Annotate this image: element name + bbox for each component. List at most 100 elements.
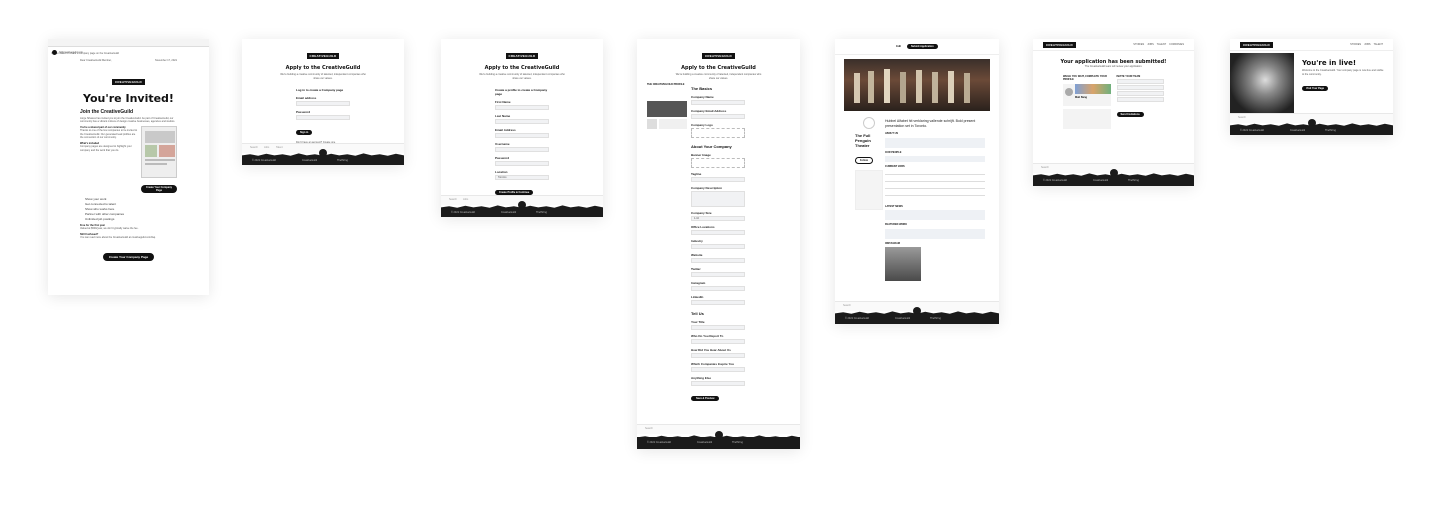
footer-partner[interactable]: TheHiring [732, 441, 743, 444]
footer-partner[interactable]: TheHiring [1325, 129, 1336, 132]
edit-button[interactable]: Edit [896, 45, 901, 49]
company-email-field[interactable] [691, 114, 745, 119]
footer-partner[interactable]: TheHiring [536, 211, 547, 214]
footer-partner[interactable]: TheHiring [930, 317, 941, 320]
visit-page-button[interactable]: Visit Your Page [1302, 86, 1329, 91]
field-label: Anything Else [691, 376, 712, 380]
email-subject-bar: You're invited to create a company page … [48, 39, 209, 55]
footer-partner[interactable]: TheHiring [1128, 179, 1139, 182]
footer-link[interactable]: Search [1238, 116, 1246, 120]
anything-field[interactable] [691, 381, 745, 386]
last-name-field[interactable] [495, 119, 549, 124]
nav-item[interactable]: TALENT [1157, 43, 1166, 47]
submit-application-button[interactable]: Submit Application [907, 44, 938, 49]
invite-email-field[interactable] [1116, 85, 1164, 90]
description-editor[interactable] [691, 191, 745, 207]
field-label: Company Description [691, 186, 723, 190]
company-card [1063, 108, 1111, 129]
company-name-field[interactable] [691, 100, 745, 105]
brand-logo[interactable]: CREATIVEGUILD [1240, 41, 1273, 48]
nav-item[interactable]: STORIES [1133, 43, 1144, 47]
heard-field[interactable] [691, 353, 745, 358]
linkedin-field[interactable] [691, 300, 745, 305]
password-field[interactable] [296, 115, 350, 120]
brand-logo[interactable]: CREATIVEGUILD [702, 53, 735, 59]
follow-button[interactable]: Follow [855, 157, 873, 164]
field-label: Your Title [691, 320, 705, 324]
profile-preview-screen: Edit Submit Application The Full Penguin… [835, 39, 999, 324]
brand-logo[interactable]: CREATIVEGUILD [505, 53, 539, 59]
nav-item[interactable]: JOBS [1364, 43, 1371, 47]
side-preview: THE CREATIVEGUILD PROFILE [647, 83, 687, 129]
person-name: Matt Bang [1075, 95, 1088, 99]
logo-upload[interactable] [691, 128, 745, 138]
field-label: Who Do You Report To [691, 334, 724, 338]
nav-item[interactable]: STORIES [1350, 43, 1361, 47]
field-label: Company Logo [691, 123, 713, 127]
login-form: Log in to create a Company page Email ad… [242, 82, 404, 145]
instagram-field[interactable] [691, 286, 745, 291]
footer-link[interactable]: Jobs [463, 198, 468, 202]
first-name-field[interactable] [495, 105, 549, 110]
invite-email-field[interactable] [1116, 97, 1164, 102]
brand-logo[interactable]: CREATIVEGUILD [306, 53, 340, 59]
footer-partner[interactable]: CreativeGuild [697, 441, 712, 444]
field-label: LinkedIn [691, 295, 704, 299]
live-screen: CREATIVEGUILD STORIES JOBS TALENT You're… [1230, 39, 1393, 135]
footer-link[interactable]: Search [645, 427, 653, 431]
section-heading: INSTAGRAM [885, 241, 900, 245]
title-field[interactable] [691, 325, 745, 330]
nav-item[interactable]: JOBS [1147, 43, 1154, 47]
company-size-select[interactable]: 1-10 [691, 216, 745, 221]
company-logo [863, 117, 875, 129]
footer-partner[interactable]: CreativeGuild [895, 317, 910, 320]
field-label: Website [691, 253, 703, 257]
brand-logo[interactable]: CREATIVEGUILD [1043, 41, 1076, 48]
twitter-field[interactable] [691, 272, 745, 277]
footer-partner[interactable]: CreativeGuild [1290, 129, 1305, 132]
office-locations-field[interactable] [691, 230, 745, 235]
nav-item[interactable]: TALENT [1374, 43, 1383, 47]
inspire-field[interactable] [691, 367, 745, 372]
email-field[interactable] [495, 133, 549, 138]
create-company-page-button[interactable]: Create Your Company Page [102, 252, 155, 261]
footer-link[interactable]: Talent [276, 146, 283, 150]
signin-button[interactable]: Sign in [296, 130, 313, 135]
footer-copyright: © 2021 CreativeGuild [845, 317, 869, 320]
footer-link[interactable]: Search [1041, 166, 1049, 170]
basics-heading: The Basics [691, 86, 713, 91]
username-field[interactable] [495, 147, 549, 152]
footer-link[interactable]: Search [250, 146, 258, 150]
footer-partner[interactable]: CreativeGuild [1093, 179, 1108, 182]
invite-email-field[interactable] [1116, 91, 1164, 96]
login-form-title: Log in to create a Company page [296, 88, 344, 92]
email-field[interactable] [296, 101, 350, 106]
tagline-field[interactable] [691, 177, 745, 182]
invite-email-field[interactable] [1116, 79, 1164, 84]
footer-partner[interactable]: CreativeGuild [501, 211, 516, 214]
field-label: Company Name [691, 95, 714, 99]
section4-text: You can read more about the CreativeGuil… [80, 236, 156, 239]
banner-upload[interactable] [691, 158, 745, 168]
footer-partner[interactable]: CreativeGuild [302, 159, 317, 162]
footer-link[interactable]: Search [449, 198, 457, 202]
password-field[interactable] [495, 161, 549, 166]
send-invitations-button[interactable]: Send Invitations [1116, 112, 1144, 117]
section-heading: ABOUT US [885, 132, 899, 135]
footer-partner[interactable]: TheHiring [337, 159, 348, 162]
nav-item[interactable]: COMPANIES [1169, 43, 1184, 47]
register-form: Create a profile to create a Company pag… [441, 82, 603, 205]
footer-link[interactable]: Jobs [264, 146, 269, 150]
website-field[interactable] [691, 258, 745, 263]
panel-title: INVITE YOUR TEAM [1116, 74, 1141, 78]
industry-field[interactable] [691, 244, 745, 249]
email-sender[interactable]: hi@creativeguild.com [59, 51, 83, 55]
footer-link[interactable]: Search [843, 304, 851, 308]
location-select[interactable]: Toronto [495, 175, 549, 180]
card-cta-button[interactable]: Create Your Company Page [141, 184, 177, 193]
report-field[interactable] [691, 339, 745, 344]
email-brand: CREATIVEGUILD [48, 70, 209, 88]
field-label: Industry [691, 239, 703, 243]
save-preview-button[interactable]: Save & Preview [691, 396, 720, 401]
company-info-box [855, 170, 883, 210]
